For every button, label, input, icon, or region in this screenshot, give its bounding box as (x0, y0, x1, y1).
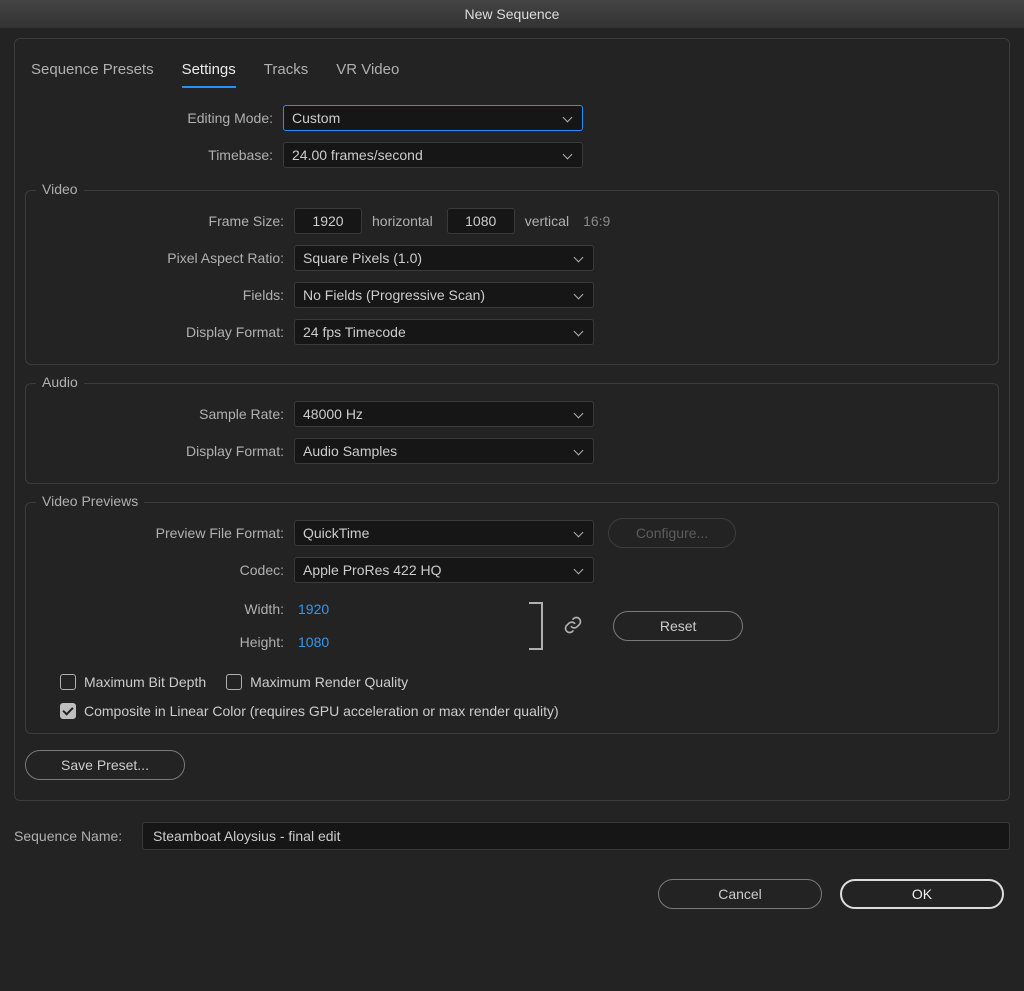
tab-tracks[interactable]: Tracks (264, 57, 308, 88)
preview-width-label: Width: (36, 601, 294, 617)
tab-vr-video[interactable]: VR Video (336, 57, 399, 88)
chevron-down-icon (575, 446, 585, 456)
preview-file-format-value: QuickTime (303, 525, 369, 541)
max-bit-depth-checkbox[interactable]: Maximum Bit Depth (60, 674, 206, 690)
chevron-down-icon (564, 150, 574, 160)
editing-mode-label: Editing Mode: (25, 110, 283, 126)
tab-sequence-presets[interactable]: Sequence Presets (31, 57, 154, 88)
codec-label: Codec: (36, 562, 294, 578)
cancel-button[interactable]: Cancel (658, 879, 822, 909)
par-dropdown[interactable]: Square Pixels (1.0) (294, 245, 594, 271)
dialog-footer: Cancel OK (14, 879, 1010, 909)
par-label: Pixel Aspect Ratio: (36, 250, 294, 266)
composite-linear-checkbox[interactable]: Composite in Linear Color (requires GPU … (60, 703, 559, 719)
max-bit-depth-label: Maximum Bit Depth (84, 674, 206, 690)
codec-dropdown[interactable]: Apple ProRes 422 HQ (294, 557, 594, 583)
video-display-format-dropdown[interactable]: 24 fps Timecode (294, 319, 594, 345)
checkbox-checked-icon (60, 703, 76, 719)
video-legend: Video (36, 181, 84, 197)
horizontal-label: horizontal (372, 213, 433, 229)
chevron-down-icon (564, 113, 574, 123)
link-bracket-icon (529, 602, 543, 650)
link-icon[interactable] (563, 615, 585, 637)
vertical-label: vertical (525, 213, 569, 229)
aspect-ratio-label: 16:9 (583, 213, 610, 229)
outer-panel: Sequence Presets Settings Tracks VR Vide… (14, 38, 1010, 801)
checkbox-icon (226, 674, 242, 690)
frame-height-field[interactable]: 1080 (447, 208, 515, 234)
par-value: Square Pixels (1.0) (303, 250, 422, 266)
video-group: Video Frame Size: 1920 horizontal 1080 v… (25, 190, 999, 365)
audio-display-format-label: Display Format: (36, 443, 294, 459)
reset-button[interactable]: Reset (613, 611, 743, 641)
sequence-name-input[interactable]: Steamboat Aloysius - final edit (142, 822, 1010, 850)
audio-group: Audio Sample Rate: 48000 Hz Display Form… (25, 383, 999, 484)
sample-rate-value: 48000 Hz (303, 406, 363, 422)
timebase-label: Timebase: (25, 147, 283, 163)
video-previews-legend: Video Previews (36, 493, 144, 509)
frame-size-label: Frame Size: (36, 213, 294, 229)
tab-bar: Sequence Presets Settings Tracks VR Vide… (25, 39, 999, 98)
codec-value: Apple ProRes 422 HQ (303, 562, 442, 578)
editing-mode-dropdown[interactable]: Custom (283, 105, 583, 131)
window-title: New Sequence (465, 6, 560, 22)
configure-button: Configure... (608, 518, 736, 548)
window-titlebar: New Sequence (0, 0, 1024, 29)
fields-label: Fields: (36, 287, 294, 303)
audio-display-format-dropdown[interactable]: Audio Samples (294, 438, 594, 464)
timebase-value: 24.00 frames/second (292, 147, 423, 163)
video-previews-group: Video Previews Preview File Format: Quic… (25, 502, 999, 734)
composite-linear-label: Composite in Linear Color (requires GPU … (84, 703, 559, 719)
frame-width-value: 1920 (312, 213, 343, 229)
max-render-quality-label: Maximum Render Quality (250, 674, 408, 690)
chevron-down-icon (575, 528, 585, 538)
max-render-quality-checkbox[interactable]: Maximum Render Quality (226, 674, 408, 690)
preview-height-value[interactable]: 1080 (298, 634, 329, 650)
sample-rate-label: Sample Rate: (36, 406, 294, 422)
save-preset-button[interactable]: Save Preset... (25, 750, 185, 780)
chevron-down-icon (575, 565, 585, 575)
video-display-format-value: 24 fps Timecode (303, 324, 406, 340)
checkbox-icon (60, 674, 76, 690)
tab-settings[interactable]: Settings (182, 57, 236, 88)
fields-dropdown[interactable]: No Fields (Progressive Scan) (294, 282, 594, 308)
audio-display-format-value: Audio Samples (303, 443, 397, 459)
chevron-down-icon (575, 290, 585, 300)
preview-height-label: Height: (36, 634, 294, 650)
frame-width-field[interactable]: 1920 (294, 208, 362, 234)
chevron-down-icon (575, 253, 585, 263)
preview-file-format-label: Preview File Format: (36, 525, 294, 541)
ok-button[interactable]: OK (840, 879, 1004, 909)
frame-height-value: 1080 (465, 213, 496, 229)
sequence-name-value: Steamboat Aloysius - final edit (153, 828, 341, 844)
fields-value: No Fields (Progressive Scan) (303, 287, 485, 303)
preview-width-value[interactable]: 1920 (298, 601, 329, 617)
dialog-content: Sequence Presets Settings Tracks VR Vide… (0, 28, 1024, 991)
preview-file-format-dropdown[interactable]: QuickTime (294, 520, 594, 546)
chevron-down-icon (575, 327, 585, 337)
chevron-down-icon (575, 409, 585, 419)
sample-rate-dropdown[interactable]: 48000 Hz (294, 401, 594, 427)
sequence-name-label: Sequence Name: (14, 828, 142, 844)
timebase-dropdown[interactable]: 24.00 frames/second (283, 142, 583, 168)
editing-mode-value: Custom (292, 110, 340, 126)
audio-legend: Audio (36, 374, 84, 390)
video-display-format-label: Display Format: (36, 324, 294, 340)
